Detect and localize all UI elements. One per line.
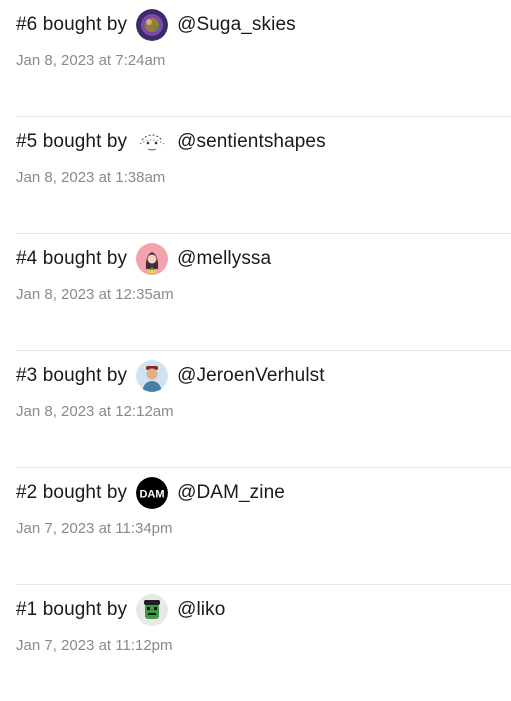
purchase-timestamp: Jan 8, 2023 at 1:38am (16, 169, 166, 186)
buyer-handle-link[interactable]: @liko (177, 599, 225, 621)
purchase-timestamp: Jan 7, 2023 at 11:12pm (16, 637, 173, 654)
buyer-handle-link[interactable]: @DAM_zine (177, 482, 285, 504)
rank-label: #1 bought by (16, 599, 128, 620)
purchase-timestamp: Jan 7, 2023 at 11:34pm (16, 520, 173, 537)
green-character-avatar[interactable] (136, 594, 169, 626)
purchase-line: #4 bought by @mellyssa (16, 243, 271, 275)
purchase-line: #3 bought by @JeroenVerhulst (16, 360, 325, 392)
purchase-row: #4 bought by @mellyssa Jan 8, 2023 at 12… (16, 233, 511, 350)
purchase-line: #2 bought by DAM @DAM_zine (16, 477, 285, 509)
rank-label: #5 bought by (16, 131, 128, 152)
buyer-handle-link[interactable]: @JeroenVerhulst (177, 365, 325, 387)
purchase-row: #5 bought by @sentientshapes Jan 8, 2023… (16, 116, 511, 233)
rank-label: #4 bought by (16, 248, 128, 269)
purchase-timestamp: Jan 8, 2023 at 7:24am (16, 52, 166, 69)
purchase-row: #3 bought by @JeroenVerhulst Jan 8, 2023… (16, 350, 511, 467)
buyer-handle-link[interactable]: @Suga_skies (177, 14, 296, 36)
purchase-row: #6 bought by @Suga_skies Jan 8, 2023 at … (16, 0, 511, 116)
purchase-history-list: #6 bought by @Suga_skies Jan 8, 2023 at … (16, 0, 511, 701)
rank-label: #2 bought by (16, 482, 128, 503)
rank-label: #3 bought by (16, 365, 128, 386)
dam-logo-text: DAM (140, 489, 165, 501)
purple-orb-avatar[interactable] (136, 9, 169, 41)
purchase-line: #5 bought by @sentientshapes (16, 126, 326, 158)
purchase-timestamp: Jan 8, 2023 at 12:12am (16, 403, 174, 420)
buyer-handle-link[interactable]: @sentientshapes (177, 131, 326, 153)
dam-logo-avatar[interactable]: DAM (136, 477, 169, 509)
sketch-face-avatar[interactable] (136, 126, 169, 158)
pink-portrait-avatar[interactable] (136, 243, 169, 275)
purchase-row: #1 bought by @liko Jan 7, 2023 at 11:12p… (16, 584, 511, 701)
purchase-timestamp: Jan 8, 2023 at 12:35am (16, 286, 174, 303)
buyer-handle-link[interactable]: @mellyssa (177, 248, 271, 270)
rank-label: #6 bought by (16, 14, 128, 35)
purchase-line: #6 bought by @Suga_skies (16, 9, 296, 41)
purchase-line: #1 bought by @liko (16, 594, 225, 626)
person-photo-avatar[interactable] (136, 360, 169, 392)
purchase-row: #2 bought by DAM @DAM_zine Jan 7, 2023 a… (16, 467, 511, 584)
